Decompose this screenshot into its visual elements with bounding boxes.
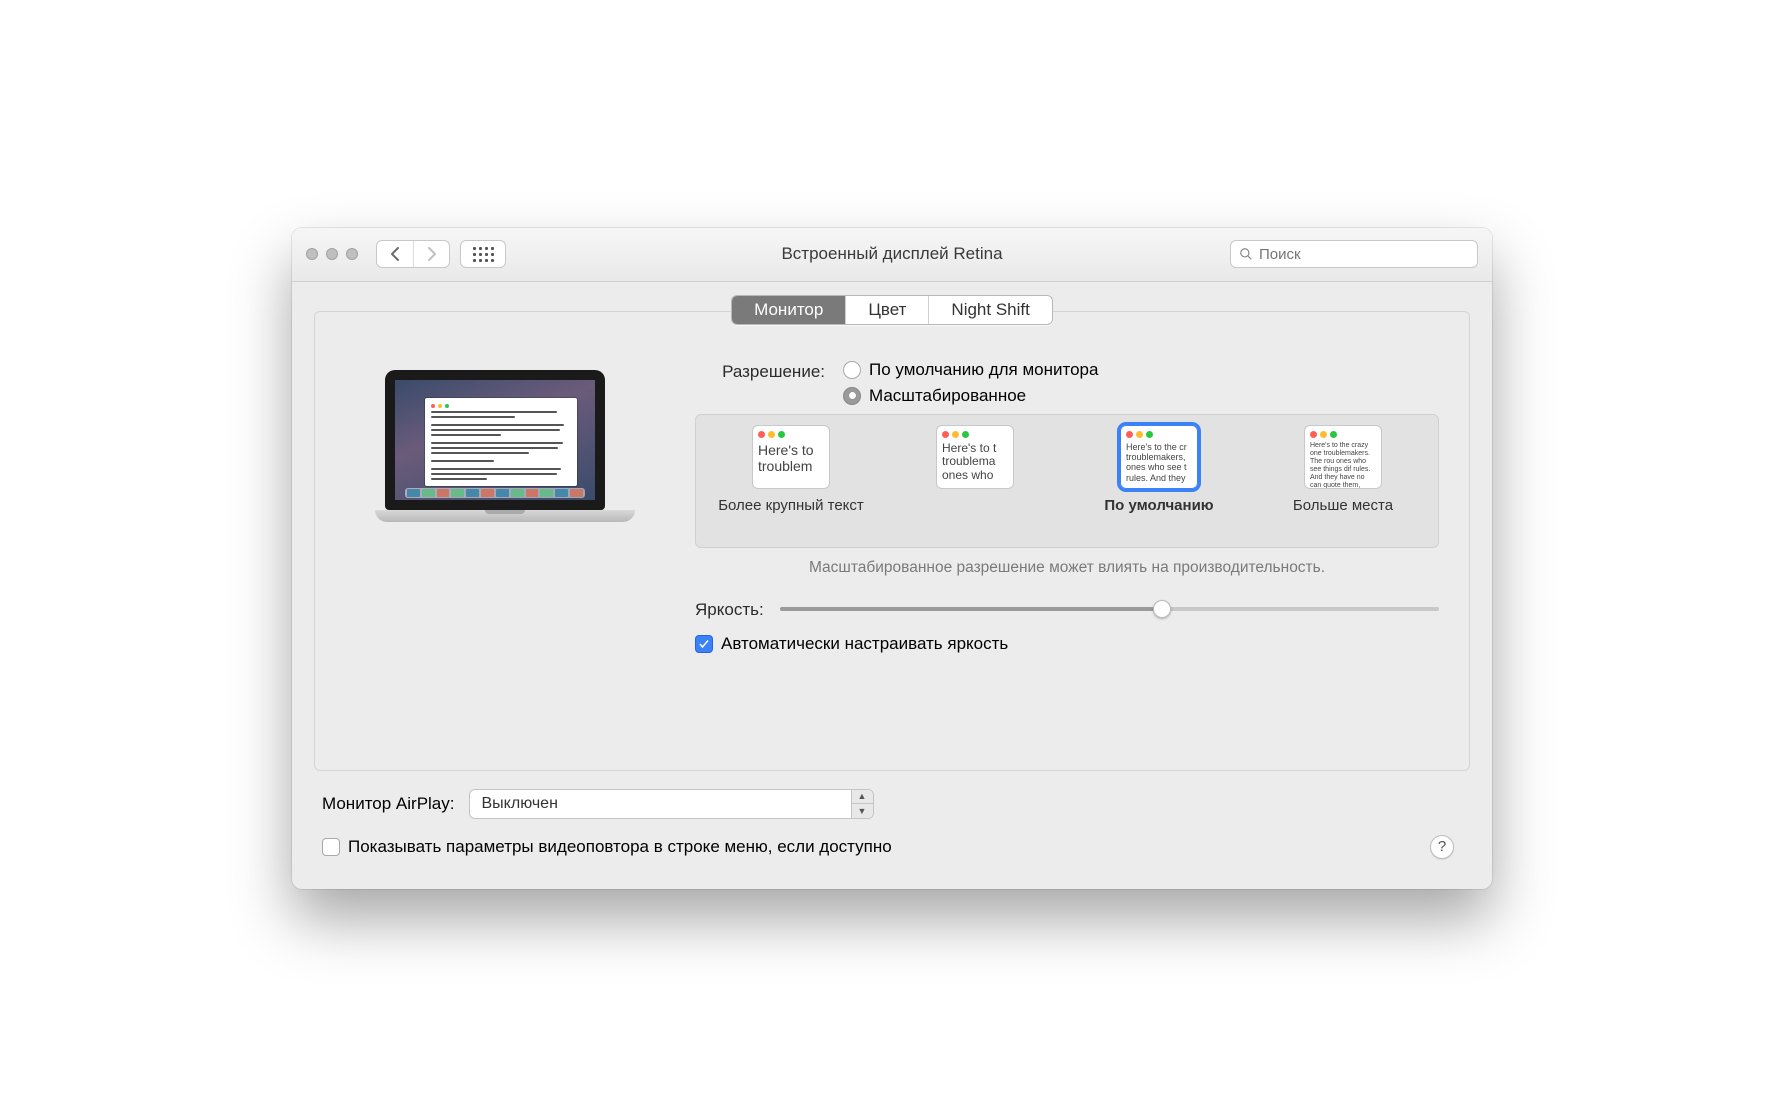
tab-nightshift[interactable]: Night Shift [928,296,1051,324]
scale-thumbnail: Here's to t troublema ones who [936,425,1014,489]
tab-monitor[interactable]: Монитор [732,296,845,324]
radio-icon [843,361,861,379]
preview-area [345,360,645,740]
macbook-icon [375,370,615,740]
chevron-left-icon [390,247,400,261]
tab-bar: Монитор Цвет Night Shift [314,295,1470,325]
checkbox-icon [322,838,340,856]
display-prefs-window: Встроенный дисплей Retina Монитор Цвет N… [292,228,1492,889]
resolution-row: Разрешение: По умолчанию для монитора Ма… [695,360,1439,406]
brightness-row: Яркость: [695,598,1439,620]
scale-option-0[interactable]: Here's to troublem Более крупный текст [710,425,872,537]
chevron-right-icon [427,247,437,261]
airplay-row: Монитор AirPlay: Выключен ▲▼ [322,789,1462,819]
scale-note: Масштабированное разрешение может влиять… [695,548,1439,579]
airplay-select[interactable]: Выключен ▲▼ [469,789,874,819]
resolution-label: Разрешение: [695,360,825,382]
nav-buttons [376,240,450,268]
scale-option-label: Более крупный текст [718,497,864,537]
resolution-scaled-option[interactable]: Масштабированное [843,386,1098,406]
tab-color[interactable]: Цвет [845,296,928,324]
slider-knob-icon[interactable] [1153,600,1171,618]
forward-button[interactable] [413,241,449,267]
resolution-scaled-label: Масштабированное [869,386,1026,406]
titlebar: Встроенный дисплей Retina [292,228,1492,282]
help-icon: ? [1438,838,1446,855]
settings-area: Разрешение: По умолчанию для монитора Ма… [695,360,1439,740]
scale-option-label: По умолчанию [1104,497,1213,537]
scale-thumbnail: Here's to the crazy one troublemakers. T… [1304,425,1382,489]
footer: Монитор AirPlay: Выключен ▲▼ Показывать … [314,771,1470,865]
search-input[interactable] [1259,246,1469,263]
scale-option-3[interactable]: Here's to the crazy one troublemakers. T… [1262,425,1424,537]
auto-brightness-label: Автоматически настраивать яркость [721,634,1008,654]
back-button[interactable] [377,241,413,267]
brightness-slider[interactable] [780,607,1439,611]
grid-icon [473,247,494,262]
airplay-value: Выключен [470,795,558,813]
checkbox-icon [695,635,713,653]
mirror-label: Показывать параметры видеоповтора в стро… [348,837,892,857]
show-all-button[interactable] [460,240,506,268]
search-icon [1239,247,1253,261]
search-field[interactable] [1230,240,1478,268]
mirror-option[interactable]: Показывать параметры видеоповтора в стро… [322,837,892,857]
select-stepper-icon: ▲▼ [851,790,873,818]
auto-brightness-option[interactable]: Автоматически настраивать яркость [695,634,1439,654]
airplay-label: Монитор AirPlay: [322,794,455,814]
scale-option-2[interactable]: Here's to the cr troublemakers, ones who… [1078,425,1240,537]
close-icon[interactable] [306,248,318,260]
scale-option-1[interactable]: Here's to t troublema ones who [894,425,1056,537]
resolution-default-option[interactable]: По умолчанию для монитора [843,360,1098,380]
resolution-default-label: По умолчанию для монитора [869,360,1098,380]
scale-options: Here's to troublemБолее крупный текстHer… [695,414,1439,548]
zoom-icon[interactable] [346,248,358,260]
radio-icon [843,387,861,405]
scale-thumbnail: Here's to troublem [752,425,830,489]
window-controls [306,248,358,260]
minimize-icon[interactable] [326,248,338,260]
help-button[interactable]: ? [1430,835,1454,859]
scale-option-label: Больше места [1293,497,1393,537]
scale-thumbnail: Here's to the cr troublemakers, ones who… [1120,425,1198,489]
brightness-label: Яркость: [695,598,764,620]
monitor-panel: Разрешение: По умолчанию для монитора Ма… [314,311,1470,771]
content-area: Монитор Цвет Night Shift [292,281,1492,889]
